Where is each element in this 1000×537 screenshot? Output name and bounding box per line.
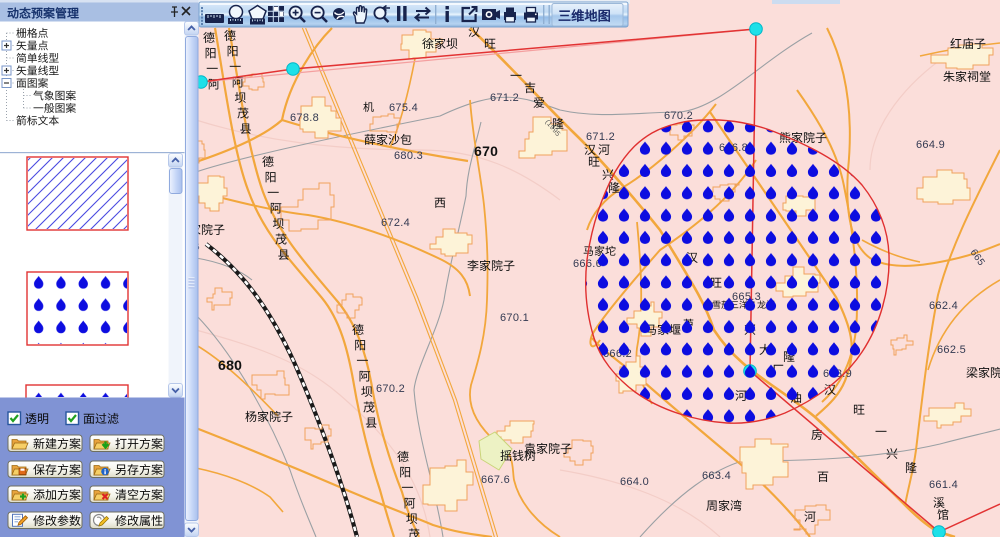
svg-text:670.2: 670.2 [376, 383, 405, 395]
svg-text:670.2: 670.2 [664, 110, 693, 122]
svg-text:661.4: 661.4 [929, 479, 958, 491]
svg-text:670: 670 [474, 143, 498, 159]
svg-text:671.2: 671.2 [490, 92, 519, 104]
svg-text:663.4: 663.4 [702, 470, 731, 482]
svg-text:664.0: 664.0 [620, 476, 649, 488]
svg-text:667.6: 667.6 [481, 474, 510, 486]
svg-text:671.2: 671.2 [586, 131, 615, 143]
svg-text:680.3: 680.3 [394, 150, 423, 162]
svg-text:675.4: 675.4 [389, 102, 418, 114]
svg-text:664.9: 664.9 [916, 139, 945, 151]
svg-text:662.5: 662.5 [937, 344, 966, 356]
svg-text:680: 680 [218, 357, 242, 373]
svg-text:678.8: 678.8 [290, 112, 319, 124]
svg-text:662.4: 662.4 [929, 300, 958, 312]
svg-text:670.1: 670.1 [500, 312, 529, 324]
svg-text:672.4: 672.4 [381, 217, 410, 229]
